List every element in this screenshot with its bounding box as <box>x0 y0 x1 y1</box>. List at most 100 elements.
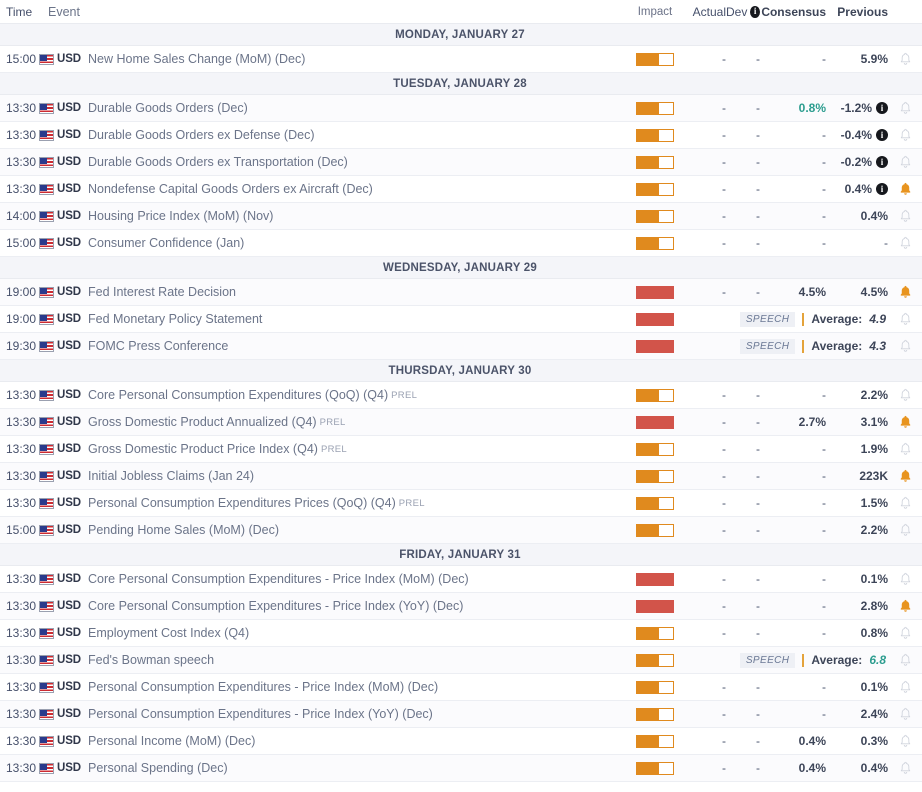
event-name[interactable]: Employment Cost Index (Q4) <box>82 626 626 640</box>
event-row[interactable]: 13:30 USD Core Personal Consumption Expend… <box>0 593 922 620</box>
alert-cell[interactable] <box>888 653 922 667</box>
event-name[interactable]: Nondefense Capital Goods Orders ex Aircr… <box>82 182 626 196</box>
bell-icon-filled[interactable] <box>899 415 912 429</box>
bell-icon-outline[interactable] <box>899 236 912 250</box>
bell-icon-outline[interactable] <box>899 707 912 721</box>
column-header-consensus[interactable]: Consensus <box>760 5 826 19</box>
event-name[interactable]: Initial Jobless Claims (Jan 24) <box>82 469 626 483</box>
event-name[interactable]: Consumer Confidence (Jan) <box>82 236 626 250</box>
alert-cell[interactable] <box>888 312 922 326</box>
event-name[interactable]: Pending Home Sales (MoM) (Dec) <box>82 523 626 537</box>
event-name[interactable]: Personal Consumption Expenditures - Pric… <box>82 680 626 694</box>
event-name[interactable]: Housing Price Index (MoM) (Nov) <box>82 209 626 223</box>
alert-cell[interactable] <box>888 182 922 196</box>
event-name[interactable]: Personal Spending (Dec) <box>82 761 626 775</box>
event-name[interactable]: Core Personal Consumption Expenditures -… <box>82 599 626 613</box>
revised-info-icon[interactable]: i <box>876 129 888 141</box>
bell-icon-outline[interactable] <box>899 101 912 115</box>
alert-cell[interactable] <box>888 680 922 694</box>
revised-info-icon[interactable]: i <box>876 183 888 195</box>
bell-icon-outline[interactable] <box>899 496 912 510</box>
event-row[interactable]: 13:30 USD Personal Spending (Dec) - - 0.4% 0.4… <box>0 755 922 782</box>
event-name[interactable]: Gross Domestic Product Annualized (Q4) PR… <box>82 415 626 429</box>
bell-icon-outline[interactable] <box>899 155 912 169</box>
alert-cell[interactable] <box>888 626 922 640</box>
bell-icon-outline[interactable] <box>899 572 912 586</box>
info-icon[interactable]: i <box>750 5 760 18</box>
bell-icon-outline[interactable] <box>899 209 912 223</box>
bell-icon-filled[interactable] <box>899 182 912 196</box>
event-row[interactable]: 13:30 USD Nondefense Capital Goods Orders … <box>0 176 922 203</box>
event-row[interactable]: 14:00 USD Housing Price Index (MoM) (Nov) -… <box>0 203 922 230</box>
event-name[interactable]: Fed Interest Rate Decision <box>82 285 626 299</box>
column-header-event[interactable]: Event <box>38 5 626 19</box>
bell-icon-filled[interactable] <box>899 469 912 483</box>
alert-cell[interactable] <box>888 236 922 250</box>
event-row[interactable]: 15:00 USD New Home Sales Change (MoM) (Dec… <box>0 46 922 73</box>
event-name[interactable]: Durable Goods Orders ex Transportation (… <box>82 155 626 169</box>
bell-icon-outline[interactable] <box>899 734 912 748</box>
event-row[interactable]: 15:00 USD Consumer Confidence (Jan) - - - - <box>0 230 922 257</box>
alert-cell[interactable] <box>888 52 922 66</box>
alert-cell[interactable] <box>888 469 922 483</box>
bell-icon-outline[interactable] <box>899 128 912 142</box>
event-row[interactable]: 13:30 USD Core Personal Consumption Expend… <box>0 566 922 593</box>
event-row[interactable]: 13:30 USD Core Personal Consumption Expend… <box>0 382 922 409</box>
bell-icon-outline[interactable] <box>899 312 912 326</box>
alert-cell[interactable] <box>888 572 922 586</box>
event-row[interactable]: 13:30 USD Personal Consumption Expenditure… <box>0 701 922 728</box>
event-name[interactable]: Fed's Bowman speech <box>82 653 626 667</box>
alert-cell[interactable] <box>888 734 922 748</box>
alert-cell[interactable] <box>888 442 922 456</box>
event-name[interactable]: Gross Domestic Product Price Index (Q4) P… <box>82 442 626 456</box>
alert-cell[interactable] <box>888 707 922 721</box>
alert-cell[interactable] <box>888 339 922 353</box>
alert-cell[interactable] <box>888 761 922 775</box>
event-row[interactable]: 13:30 USD Personal Consumption Expenditure… <box>0 674 922 701</box>
alert-cell[interactable] <box>888 415 922 429</box>
event-name[interactable]: Personal Consumption Expenditures Prices… <box>82 496 626 510</box>
event-name[interactable]: New Home Sales Change (MoM) (Dec) <box>82 52 626 66</box>
alert-cell[interactable] <box>888 285 922 299</box>
alert-cell[interactable] <box>888 523 922 537</box>
event-row[interactable]: 19:00 USD Fed Interest Rate Decision - - 4.5%… <box>0 279 922 306</box>
alert-cell[interactable] <box>888 155 922 169</box>
alert-cell[interactable] <box>888 209 922 223</box>
revised-info-icon[interactable]: i <box>876 102 888 114</box>
event-name[interactable]: Personal Income (MoM) (Dec) <box>82 734 626 748</box>
bell-icon-outline[interactable] <box>899 339 912 353</box>
event-row[interactable]: 13:30 USD Durable Goods Orders ex Defense … <box>0 122 922 149</box>
event-row[interactable]: 19:30 USD FOMC Press Conference SPEECH Avera… <box>0 333 922 360</box>
event-row[interactable]: 19:00 USD Fed Monetary Policy Statement SPE… <box>0 306 922 333</box>
event-row[interactable]: 13:30 USD Employment Cost Index (Q4) - - - 0.8… <box>0 620 922 647</box>
event-name[interactable]: Fed Monetary Policy Statement <box>82 312 626 326</box>
alert-cell[interactable] <box>888 599 922 613</box>
alert-cell[interactable] <box>888 128 922 142</box>
alert-cell[interactable] <box>888 388 922 402</box>
event-row[interactable]: 13:30 USD Personal Income (MoM) (Dec) - - 0.4… <box>0 728 922 755</box>
column-header-actual[interactable]: Actual <box>684 5 726 19</box>
bell-icon-outline[interactable] <box>899 523 912 537</box>
event-name[interactable]: Core Personal Consumption Expenditures (… <box>82 388 626 402</box>
column-header-dev[interactable]: Dev i <box>726 5 760 19</box>
bell-icon-outline[interactable] <box>899 761 912 775</box>
bell-icon-outline[interactable] <box>899 52 912 66</box>
bell-icon-outline[interactable] <box>899 626 912 640</box>
bell-icon-outline[interactable] <box>899 653 912 667</box>
event-row[interactable]: 13:30 USD Fed's Bowman speech SPEECH Average… <box>0 647 922 674</box>
event-name[interactable]: Core Personal Consumption Expenditures -… <box>82 572 626 586</box>
event-name[interactable]: FOMC Press Conference <box>82 339 626 353</box>
bell-icon-outline[interactable] <box>899 388 912 402</box>
alert-cell[interactable] <box>888 101 922 115</box>
revised-info-icon[interactable]: i <box>876 156 888 168</box>
event-name[interactable]: Durable Goods Orders (Dec) <box>82 101 626 115</box>
column-header-impact[interactable]: Impact <box>626 6 684 18</box>
column-header-previous[interactable]: Previous <box>826 5 888 19</box>
event-row[interactable]: 13:30 USD Durable Goods Orders (Dec) - - 0.8%… <box>0 95 922 122</box>
event-name[interactable]: Personal Consumption Expenditures - Pric… <box>82 707 626 721</box>
event-row[interactable]: 13:30 USD Durable Goods Orders ex Transpor… <box>0 149 922 176</box>
bell-icon-outline[interactable] <box>899 442 912 456</box>
bell-icon-filled[interactable] <box>899 599 912 613</box>
alert-cell[interactable] <box>888 496 922 510</box>
event-row[interactable]: 13:30 USD Personal Consumption Expenditure… <box>0 490 922 517</box>
